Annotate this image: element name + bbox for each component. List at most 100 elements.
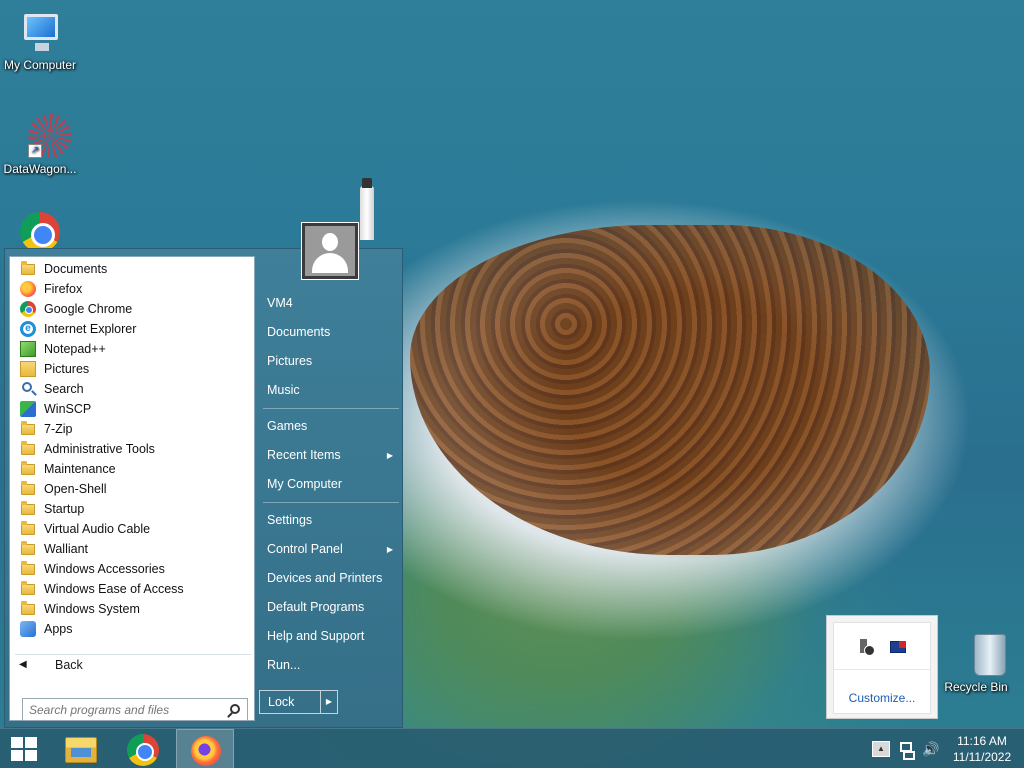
program-item[interactable]: e Internet Explorer [10,319,254,339]
taskbar-google-chrome[interactable] [114,729,172,768]
firefox-icon [191,736,221,766]
wallpaper-island [410,225,930,555]
program-item[interactable]: Windows Ease of Access [10,579,254,599]
taskbar-firefox[interactable] [176,729,234,768]
place-pictures[interactable]: Pictures [259,347,399,376]
program-item[interactable]: Administrative Tools [10,439,254,459]
folder-icon [21,461,35,475]
place-user[interactable]: VM4 [259,289,399,318]
lock-label: Lock [268,695,295,709]
place-control-panel[interactable]: Control Panel ▶ [259,535,399,564]
tray-display-icon[interactable] [890,641,906,653]
program-item[interactable]: Notepad++ [10,339,254,359]
place-label: Games [267,419,308,433]
program-label: Startup [44,502,85,516]
clock-date: 11/11/2022 [952,750,1012,764]
place-label: My Computer [267,477,343,491]
program-item[interactable]: Google Chrome [10,299,254,319]
program-item[interactable]: Startup [10,499,254,519]
program-label: Windows Accessories [44,562,165,576]
customize-link[interactable]: Customize... [834,691,930,705]
firefox-icon [20,281,36,297]
taskbar-file-explorer[interactable] [52,729,110,768]
place-devices-and-printers[interactable]: Devices and Printers [259,564,399,593]
folder-icon [21,261,35,275]
place-settings[interactable]: Settings [259,506,399,535]
search-box [22,698,248,721]
place-recent-items[interactable]: Recent Items ▶ [259,441,399,470]
search-icon[interactable] [230,704,240,714]
place-label: Pictures [267,354,313,368]
desktop-icon-datawagon[interactable]: ↗ DataWagon... [0,112,80,176]
shortcut-arrow-icon: ↗ [28,144,42,158]
place-default-programs[interactable]: Default Programs [259,593,399,622]
desktop-icon-recycle-bin[interactable]: Recycle Bin [936,630,1016,694]
program-item[interactable]: Apps [10,619,254,639]
program-item[interactable]: Virtual Audio Cable [10,519,254,539]
program-item[interactable]: Documents [10,259,254,279]
datawagon-icon: ↗ [16,112,72,160]
program-item[interactable]: 7-Zip [10,419,254,439]
program-item[interactable]: Firefox [10,279,254,299]
lock-button[interactable]: Lock ▶ [259,690,338,714]
tray-clock-status-icon[interactable] [858,639,875,656]
program-item[interactable]: Search [10,379,254,399]
place-label: Recent Items [267,448,341,462]
place-documents[interactable]: Documents [259,318,399,347]
internet-explorer-icon: e [20,321,36,337]
place-music[interactable]: Music [259,376,399,405]
chrome-icon [127,734,159,766]
program-item[interactable]: Walliant [10,539,254,559]
show-hidden-icons-chevron-icon[interactable]: ▲ [872,741,890,757]
places-separator [263,502,399,503]
notification-overflow-popup: Customize... [826,615,938,719]
folder-icon [21,421,35,435]
taskbar-clock[interactable]: 11:16 AM 11/11/2022 [944,733,1020,765]
folder-icon [21,481,35,495]
taskbar: ▲ 🔊 11:16 AM 11/11/2022 [0,728,1024,768]
apps-icon [20,621,36,637]
program-item[interactable]: Pictures [10,359,254,379]
program-label: Windows System [44,602,140,616]
folder-icon [21,501,35,515]
place-my-computer[interactable]: My Computer [259,470,399,499]
program-label: Pictures [44,362,90,376]
place-games[interactable]: Games [259,412,399,441]
place-label: Default Programs [267,600,365,614]
folder-icon [21,541,35,555]
place-label: VM4 [267,296,293,310]
wallpaper-lighthouse [360,178,374,240]
place-help-and-support[interactable]: Help and Support [259,622,399,651]
program-item[interactable]: Windows Accessories [10,559,254,579]
folder-icon [21,521,35,535]
program-label: Apps [44,622,73,636]
program-label: Firefox [44,282,83,296]
popup-divider [834,669,930,670]
program-item[interactable]: WinSCP [10,399,254,419]
back-button[interactable]: ◀ Back [15,654,251,674]
clock-time: 11:16 AM [957,734,1007,748]
back-label: Back [55,658,83,672]
place-label: Control Panel [267,542,343,556]
program-item[interactable]: Windows System [10,599,254,619]
program-label: Notepad++ [44,342,106,356]
network-icon[interactable] [898,741,915,760]
program-label: Internet Explorer [44,322,137,336]
program-label: Walliant [44,542,88,556]
search-icon [22,382,32,392]
lock-options-chevron-icon[interactable]: ▶ [320,691,337,713]
start-button[interactable] [0,729,48,768]
program-list: Documents Firefox Google Chrome e Internet E… [10,259,254,639]
program-label: Virtual Audio Cable [44,522,151,536]
folder-icon [21,441,35,455]
notepad-plus-plus-icon [20,341,36,357]
desktop-icon-my-computer[interactable]: My Computer [0,8,80,72]
program-label: Google Chrome [44,302,133,316]
places-pane: VM4 Documents Pictures Music Games Recen… [259,289,399,680]
user-avatar[interactable] [301,222,359,280]
volume-icon[interactable]: 🔊 [922,741,940,757]
place-run[interactable]: Run... [259,651,399,680]
program-item[interactable]: Open-Shell [10,479,254,499]
program-item[interactable]: Maintenance [10,459,254,479]
search-input[interactable] [23,699,219,720]
